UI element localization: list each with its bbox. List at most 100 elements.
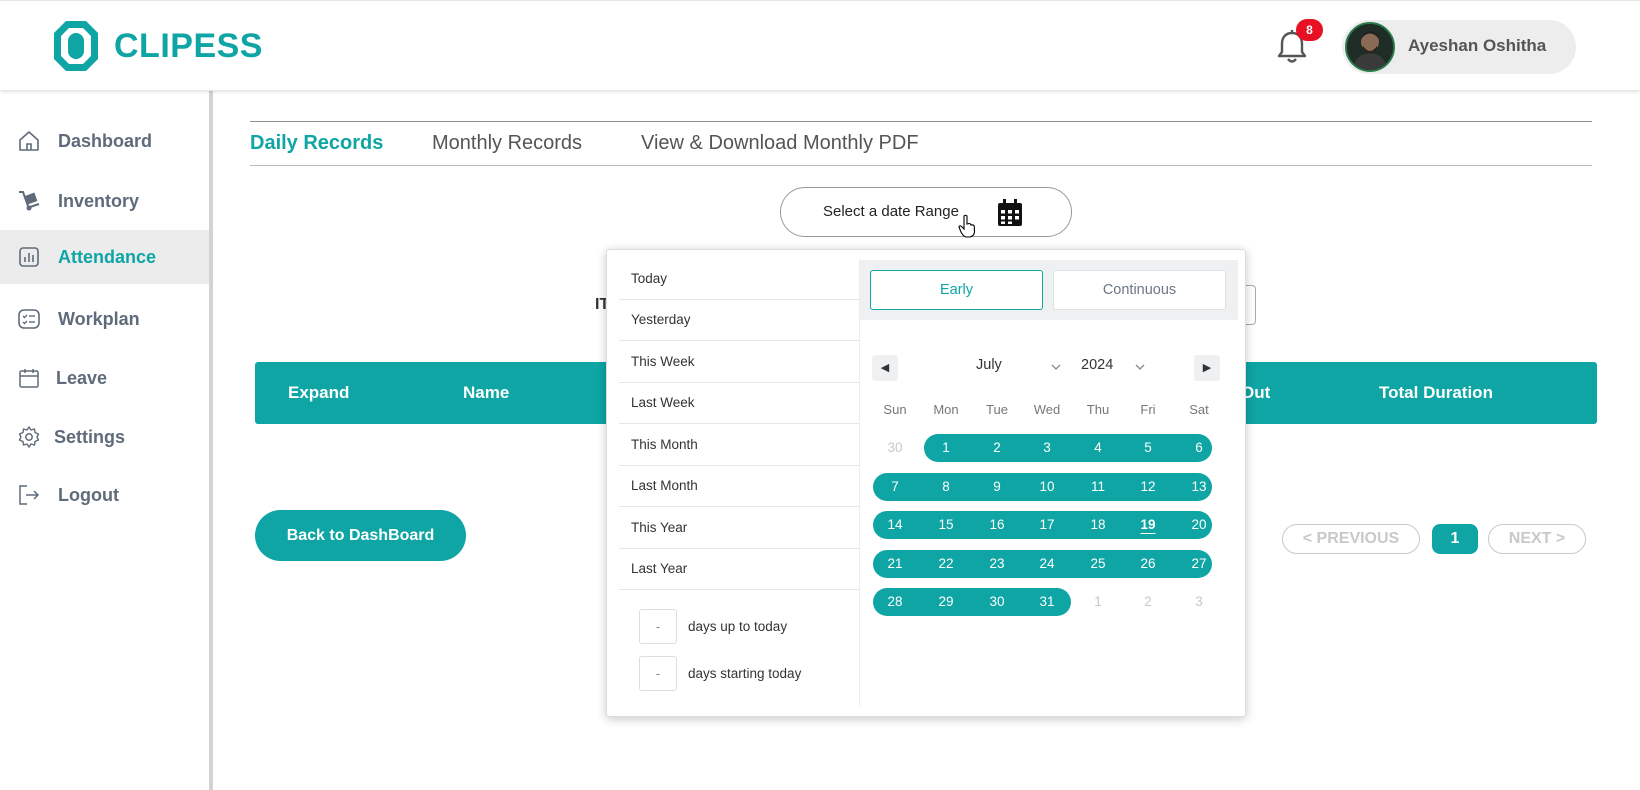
sidebar-item-inventory[interactable]: Inventory <box>0 174 209 228</box>
mode-continuous-button[interactable]: Continuous <box>1053 270 1226 310</box>
calendar-day[interactable]: 16 <box>972 511 1022 539</box>
sidebar-item-label: Inventory <box>58 190 140 211</box>
tab-daily-records[interactable]: Daily Records <box>250 132 383 155</box>
year-select[interactable]: 2024 <box>1081 357 1113 373</box>
chevron-down-icon <box>1135 364 1145 370</box>
column-header-name: Name <box>463 383 510 402</box>
calendar-day[interactable]: 22 <box>921 550 971 578</box>
calendar-day[interactable]: 30 <box>972 588 1022 616</box>
calendar-day[interactable]: 8 <box>921 473 971 501</box>
calendar-day[interactable]: 2 <box>972 434 1022 462</box>
sidebar-item-settings[interactable]: Settings <box>0 410 209 464</box>
calendar-day[interactable]: 5 <box>1123 434 1173 462</box>
date-range-button-label: Select a date Range <box>823 203 959 220</box>
app-logo[interactable]: CLIPESS <box>52 19 263 73</box>
range-last-year[interactable]: Last Year <box>619 549 859 590</box>
checklist-icon <box>18 309 40 329</box>
range-yesterday[interactable]: Yesterday <box>619 300 859 341</box>
back-to-dashboard-button[interactable]: Back to DashBoard <box>255 510 466 561</box>
calendar-day[interactable]: 31 <box>1022 588 1072 616</box>
calendar-day[interactable]: 26 <box>1123 550 1173 578</box>
calendar-day[interactable]: 15 <box>921 511 971 539</box>
calendar-day[interactable]: 14 <box>870 511 920 539</box>
calendar-day[interactable]: 20 <box>1174 511 1224 539</box>
weekday-label: Sat <box>1189 402 1209 417</box>
sidebar: Dashboard Inventory Attendance Workplan … <box>0 91 213 790</box>
prev-month-button[interactable]: ◀ <box>872 355 898 381</box>
static-ranges: Today Yesterday This Week Last Week This… <box>607 250 859 718</box>
calendar-day[interactable]: 9 <box>972 473 1022 501</box>
range-this-month[interactable]: This Month <box>619 425 859 466</box>
avatar <box>1345 22 1395 72</box>
days-starting-today-input[interactable]: - <box>639 656 677 691</box>
user-profile-chip[interactable]: Ayeshan Oshitha <box>1342 20 1576 74</box>
calendar-day[interactable]: 30 <box>870 434 920 462</box>
calendar-day[interactable]: 24 <box>1022 550 1072 578</box>
tab-monthly-records[interactable]: Monthly Records <box>432 132 582 155</box>
date-range-button[interactable]: Select a date Range <box>780 187 1072 237</box>
calendar-day[interactable]: 3 <box>1022 434 1072 462</box>
weekday-label: Mon <box>933 402 959 417</box>
sidebar-item-workplan[interactable]: Workplan <box>0 292 209 346</box>
sidebar-item-attendance[interactable]: Attendance <box>0 230 209 284</box>
days-up-to-today-label: days up to today <box>688 619 788 634</box>
calendar-day[interactable]: 21 <box>870 550 920 578</box>
calendar-day[interactable]: 17 <box>1022 511 1072 539</box>
range-last-month[interactable]: Last Month <box>619 466 859 507</box>
sidebar-item-logout[interactable]: Logout <box>0 468 209 522</box>
sidebar-item-label: Leave <box>56 367 108 388</box>
range-last-week[interactable]: Last Week <box>619 383 859 424</box>
calendar-day[interactable]: 2 <box>1123 588 1173 616</box>
weekday-label: Fri <box>1140 402 1156 417</box>
mode-early-button[interactable]: Early <box>870 270 1043 310</box>
calendar-day[interactable]: 12 <box>1123 473 1173 501</box>
days-up-to-today-input[interactable]: - <box>639 609 677 644</box>
calendar-day[interactable]: 27 <box>1174 550 1224 578</box>
calendar-day[interactable]: 4 <box>1073 434 1123 462</box>
caret-left-icon: ◀ <box>880 362 890 374</box>
weekday-label: Tue <box>986 402 1008 417</box>
weekday-label: Thu <box>1086 402 1110 417</box>
sidebar-item-label: Settings <box>54 426 126 447</box>
previous-page-button[interactable]: < PREVIOUS <box>1282 524 1420 554</box>
selection-mode-bar: Early Continuous <box>860 260 1238 320</box>
days-starting-today-label: days starting today <box>688 666 802 681</box>
tab-view-download-pdf[interactable]: View & Download Monthly PDF <box>641 132 919 155</box>
calendar-day[interactable]: 3 <box>1174 588 1224 616</box>
calendar-day[interactable]: 23 <box>972 550 1022 578</box>
month-select[interactable]: July <box>976 357 1002 373</box>
notification-count-badge: 8 <box>1296 19 1323 41</box>
sidebar-item-leave[interactable]: Leave <box>0 351 209 405</box>
range-this-year[interactable]: This Year <box>619 508 859 549</box>
calendar-day-today[interactable]: 19 <box>1123 511 1173 539</box>
next-month-button[interactable]: ▶ <box>1194 355 1220 381</box>
dolly-icon <box>19 191 40 211</box>
calendar-day[interactable]: 29 <box>921 588 971 616</box>
range-label: Last Year <box>631 561 688 576</box>
app-root: CLIPESS 8 Ayeshan Oshitha Dashboard Inve… <box>0 0 1640 790</box>
logo-icon <box>54 21 98 71</box>
current-page-button[interactable]: 1 <box>1432 524 1478 554</box>
hand-cursor-icon <box>958 214 976 238</box>
calendar-day[interactable]: 1 <box>1073 588 1123 616</box>
range-label: Yesterday <box>631 312 691 327</box>
days-up-to-today-row: - days up to today <box>639 609 849 645</box>
calendar-day[interactable]: 6 <box>1174 434 1224 462</box>
calendar-day[interactable]: 25 <box>1073 550 1123 578</box>
sidebar-item-label: Workplan <box>58 308 140 329</box>
column-header-total-duration: Total Duration <box>1379 383 1493 402</box>
range-label: Last Week <box>631 395 695 410</box>
calendar-day[interactable]: 28 <box>870 588 920 616</box>
top-header: CLIPESS 8 Ayeshan Oshitha <box>0 0 1640 90</box>
calendar-day[interactable]: 1 <box>921 434 971 462</box>
calendar-day[interactable]: 11 <box>1073 473 1123 501</box>
calendar-day[interactable]: 13 <box>1174 473 1224 501</box>
calendar-icon <box>19 369 39 388</box>
range-this-week[interactable]: This Week <box>619 342 859 383</box>
range-today[interactable]: Today <box>619 259 859 300</box>
calendar-day[interactable]: 18 <box>1073 511 1123 539</box>
calendar-day[interactable]: 10 <box>1022 473 1072 501</box>
calendar-day[interactable]: 7 <box>870 473 920 501</box>
sidebar-item-dashboard[interactable]: Dashboard <box>0 114 209 168</box>
next-page-button[interactable]: NEXT > <box>1488 524 1586 554</box>
